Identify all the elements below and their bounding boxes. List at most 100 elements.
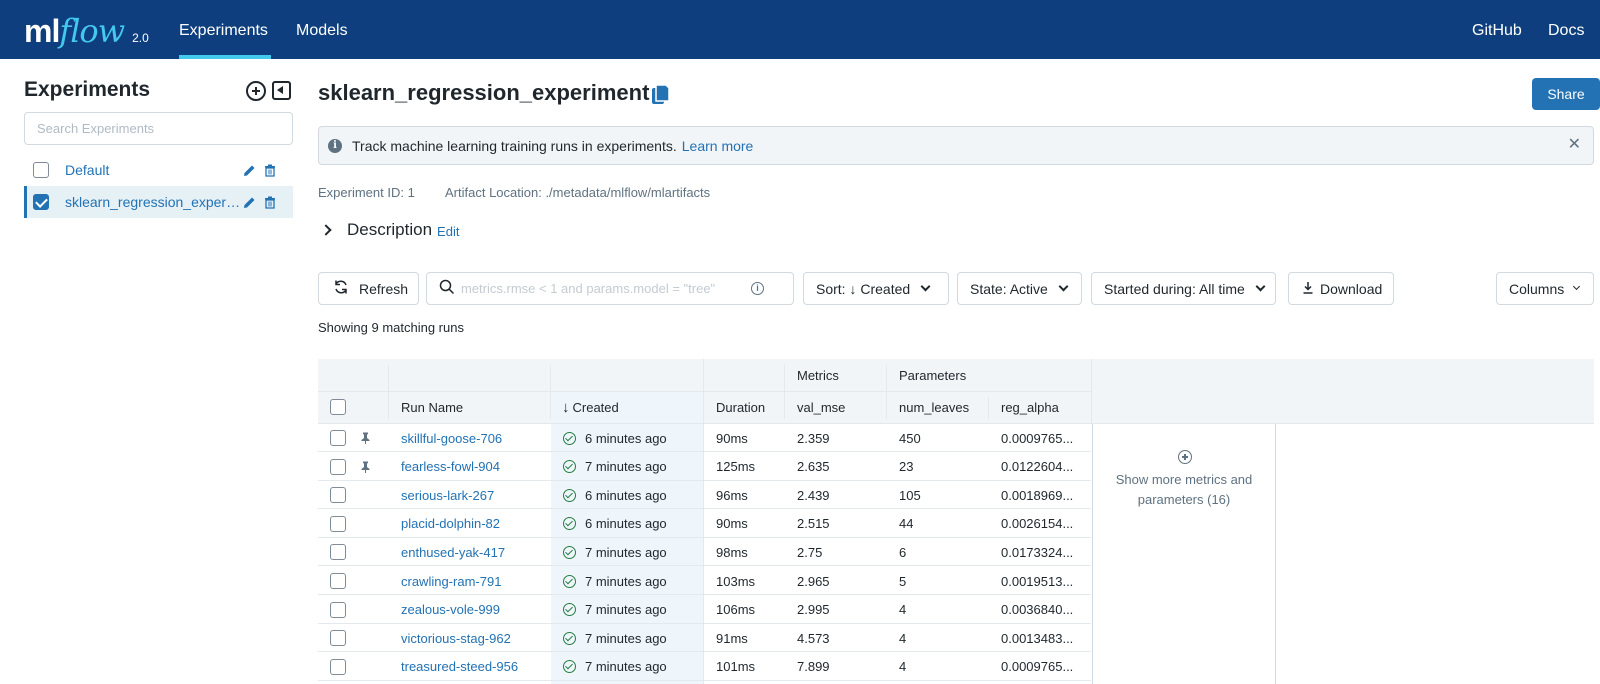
created-header[interactable]: ↓ Created [562,391,619,423]
run-name-header[interactable]: Run Name [401,391,463,423]
chevron-right-icon[interactable] [320,224,332,236]
row-checkbox[interactable] [330,630,346,647]
run-name-link[interactable]: victorious-stag-962 [401,624,511,652]
refresh-button[interactable]: Refresh [318,272,419,305]
show-more-columns-panel[interactable]: Show more metrics and parameters (16) [1092,424,1276,684]
state-dropdown[interactable]: State: Active [957,272,1082,305]
table-row[interactable]: fearless-fowl-904 7 minutes ago 125ms 2.635… [318,453,1091,481]
description-section[interactable]: Description Edit [320,220,459,240]
run-name-link[interactable]: serious-lark-267 [401,481,494,509]
experiment-checkbox[interactable] [33,162,49,178]
run-name-link[interactable]: zealous-vole-999 [401,596,500,624]
row-checkbox[interactable] [330,658,346,675]
table-row[interactable]: serious-lark-267 6 minutes ago 96ms 2.439 10… [318,481,1091,510]
run-name-link[interactable]: placid-dolphin-82 [401,510,500,538]
parameters-group-header: Parameters [899,367,967,383]
row-checkbox[interactable] [330,487,346,504]
experiment-label[interactable]: Default [65,162,241,178]
search-experiments-input[interactable] [24,112,293,145]
collapse-sidebar-icon[interactable] [272,81,291,100]
edit-pencil-icon[interactable] [243,164,256,177]
row-checkbox[interactable] [330,601,346,618]
plus-circle-icon[interactable] [1178,450,1192,464]
close-icon[interactable]: ✕ [1568,137,1581,153]
copy-icon[interactable] [651,84,671,109]
edit-pencil-icon[interactable] [243,196,256,209]
artifact-location: Artifact Location: ./metadata/mlflow/mla… [445,185,711,200]
row-checkbox[interactable] [330,515,346,532]
run-name-link[interactable]: treasured-steed-956 [401,653,518,681]
check-circle-icon [563,603,576,617]
val-mse-cell: 4.573 [797,630,830,646]
num-leaves-cell: 4 [899,602,907,618]
row-checkbox-cell[interactable] [330,624,346,652]
table-row[interactable]: victorious-stag-962 7 minutes ago 91ms 4.57… [318,624,1091,653]
row-checkbox[interactable] [330,573,346,589]
val-mse-header[interactable]: val_mse [797,391,845,423]
nav-github-link[interactable]: GitHub [1472,22,1522,40]
delete-trash-icon[interactable] [264,196,276,209]
description-edit-link[interactable]: Edit [437,224,459,239]
row-checkbox-cell[interactable] [330,653,346,681]
row-checkbox[interactable] [330,458,346,475]
experiment-label[interactable]: sklearn_regression_experiment [65,194,241,210]
select-all-checkbox[interactable] [330,399,346,415]
show-more-label[interactable]: Show more metrics and parameters (16) [1093,470,1275,510]
num-leaves-header[interactable]: num_leaves [899,391,969,423]
row-checkbox-cell[interactable] [330,596,346,624]
row-checkbox[interactable] [330,544,346,561]
row-checkbox-cell[interactable] [330,567,346,595]
runs-search-box[interactable]: i [426,272,794,305]
run-name-link[interactable]: enthused-yak-417 [401,538,505,566]
pin-icon[interactable] [361,424,370,452]
row-checkbox-cell[interactable] [330,538,346,566]
experiment-checkbox-checked[interactable] [33,194,49,210]
duration-cell: 91ms [716,630,748,646]
download-button[interactable]: Download [1288,272,1394,305]
num-leaves-cell: 450 [899,430,921,446]
sidebar-item-default[interactable]: Default [24,154,293,186]
started-during-dropdown[interactable]: Started during: All time [1091,272,1276,305]
row-checkbox-cell[interactable] [330,453,346,481]
table-row[interactable]: placid-dolphin-82 6 minutes ago 90ms 2.515 4… [318,510,1091,538]
table-row[interactable]: crawling-ram-791 7 minutes ago 103ms 2.965 5… [318,567,1091,595]
row-checkbox-cell[interactable] [330,510,346,538]
nav-experiments-tab[interactable]: Experiments [179,22,268,40]
share-button[interactable]: Share [1532,78,1600,110]
val-mse-cell: 2.635 [797,459,830,475]
row-checkbox-cell[interactable] [330,424,346,452]
duration-header[interactable]: Duration [716,391,765,423]
duration-cell: 98ms [716,544,748,560]
run-name-link[interactable]: skillful-goose-706 [401,424,502,452]
duration-cell: 106ms [716,602,756,618]
duration-cell: 125ms [716,459,756,475]
reg-alpha-cell: 0.0018969... [1001,487,1074,503]
pin-icon[interactable] [361,453,370,481]
query-info-icon[interactable]: i [751,282,764,295]
reg-alpha-header[interactable]: reg_alpha [1001,391,1059,423]
table-row[interactable]: enthused-yak-417 7 minutes ago 98ms 2.75 6 0.… [318,538,1091,567]
add-experiment-icon[interactable] [246,81,266,101]
mlflow-logo[interactable]: ml flow 2.0 [24,12,149,48]
runs-search-input[interactable] [461,281,751,296]
learn-more-link[interactable]: Learn more [682,138,754,154]
row-checkbox[interactable] [330,430,346,446]
created-text: 6 minutes ago [585,516,667,532]
table-row[interactable]: treasured-steed-956 7 minutes ago 101ms 7.8… [318,653,1091,681]
run-name-link[interactable]: crawling-ram-791 [401,567,501,595]
row-checkbox-cell[interactable] [330,481,346,509]
table-row[interactable]: skillful-goose-706 6 minutes ago 90ms 2.359… [318,424,1091,452]
run-name-link[interactable]: fearless-fowl-904 [401,453,500,481]
search-icon [439,279,455,298]
nav-models-tab[interactable]: Models [296,22,348,40]
select-all-checkbox-cell[interactable] [330,391,346,423]
table-row[interactable]: zealous-vole-999 7 minutes ago 106ms 2.995 4… [318,596,1091,624]
delete-trash-icon[interactable] [264,164,276,177]
check-circle-icon [563,574,576,588]
version-label: 2.0 [132,31,149,45]
sidebar-item-sklearn-regression[interactable]: sklearn_regression_experiment [24,186,293,218]
columns-dropdown[interactable]: Columns [1496,272,1594,305]
reg-alpha-cell: 0.0009765... [1001,659,1074,675]
nav-docs-link[interactable]: Docs [1548,22,1584,40]
sort-dropdown[interactable]: Sort: ↓ Created [803,272,949,305]
